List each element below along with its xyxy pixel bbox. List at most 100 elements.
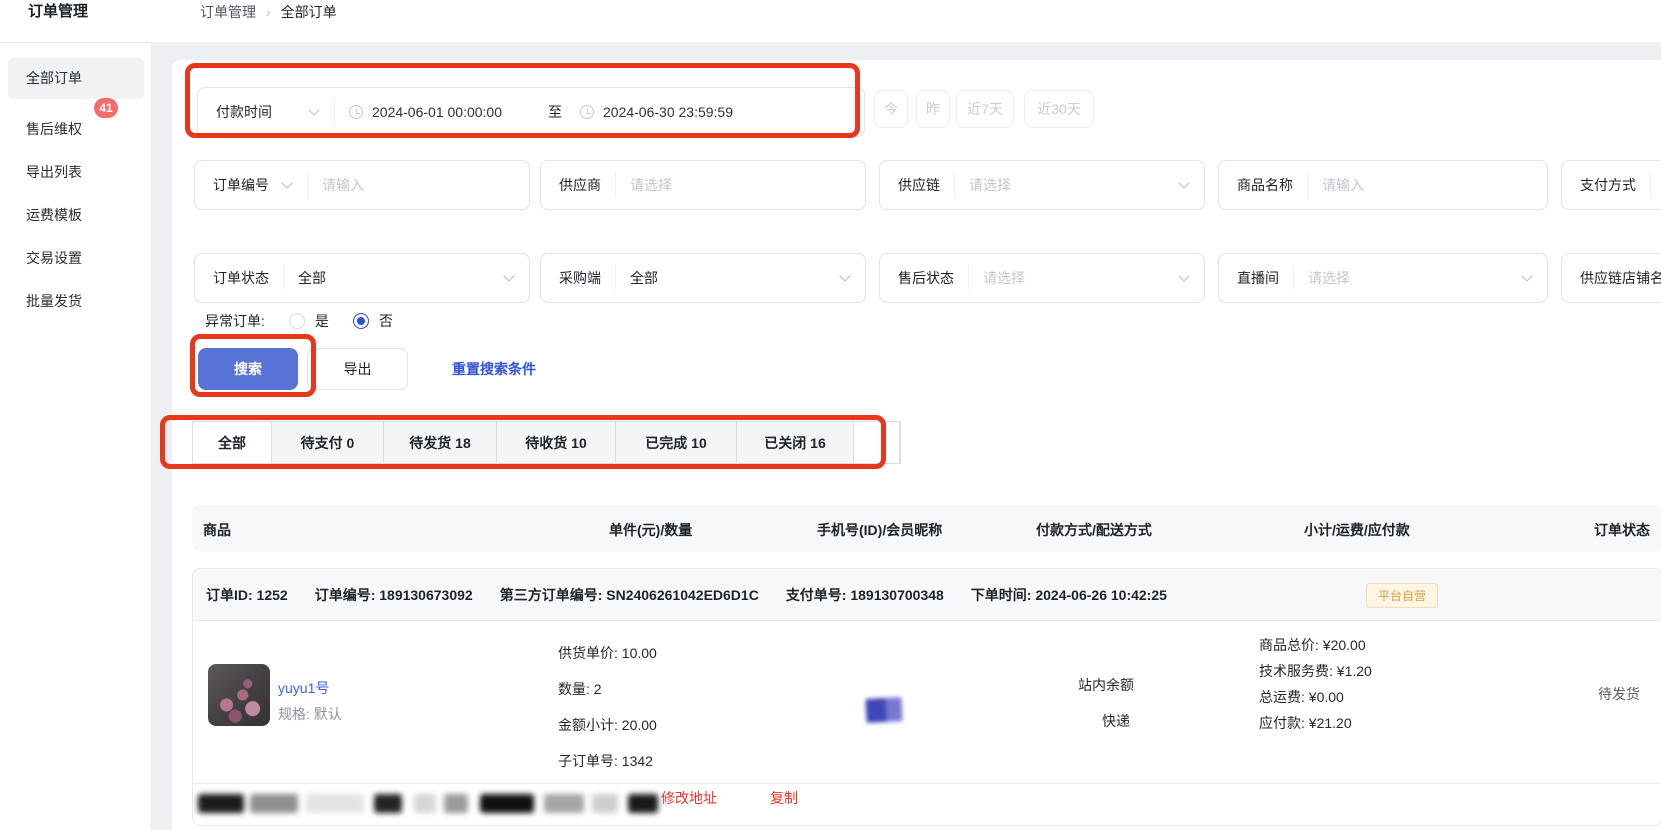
tab-completed[interactable]: 已完成 10 bbox=[616, 422, 737, 463]
abnormal-no-radio[interactable] bbox=[353, 313, 369, 329]
date-start-value[interactable]: 2024-06-01 00:00:00 bbox=[372, 104, 502, 120]
sidebar-item-all-orders[interactable]: 全部订单 bbox=[8, 58, 144, 99]
product-name-input[interactable]: 请输入 bbox=[1308, 175, 1364, 195]
redacted-address-block bbox=[544, 794, 584, 813]
purchase-side-select[interactable]: 全部 bbox=[616, 268, 658, 288]
tech-service-fee: 技术服务费: ¥1.20 bbox=[1259, 661, 1372, 681]
col-subtotal-shipping-payable: 小计/运费/应付款 bbox=[1304, 520, 1410, 540]
abnormal-order-label: 异常订单: bbox=[205, 311, 265, 331]
tab-pending-receipt[interactable]: 待收货 10 bbox=[497, 422, 616, 463]
redacted-address-block bbox=[414, 794, 436, 813]
quick-range-30days-button[interactable]: 近30天 bbox=[1024, 90, 1094, 128]
order-id: 订单ID: 1252 bbox=[206, 585, 288, 605]
sidebar-item-batch-shipping[interactable]: 批量发货 bbox=[8, 281, 144, 322]
abnormal-yes-radio[interactable] bbox=[289, 313, 305, 329]
platform-self-operated-badge: 平台自营 bbox=[1366, 583, 1438, 608]
export-button[interactable]: 导出 bbox=[307, 348, 408, 390]
payment-time-label: 付款时间 bbox=[198, 102, 310, 122]
supplier-filter[interactable]: 供应商 请选择 bbox=[540, 160, 866, 210]
delivery-method: 快递 bbox=[1102, 711, 1130, 731]
filter-label: 直播间 bbox=[1219, 268, 1293, 288]
purchase-side-filter[interactable]: 采购端 全部 bbox=[540, 253, 866, 303]
product-spec: 规格: 默认 bbox=[278, 704, 342, 724]
divider bbox=[193, 783, 1661, 784]
supply-chain-shop-filter[interactable]: 供应链店铺名 bbox=[1561, 253, 1661, 303]
order-status-select[interactable]: 全部 bbox=[284, 268, 326, 288]
filter-label: 订单编号 bbox=[195, 175, 269, 195]
sidebar-item-shipping-template[interactable]: 运费模板 bbox=[8, 195, 144, 236]
tab-pending-shipment[interactable]: 待发货 18 bbox=[384, 422, 497, 463]
breadcrumb-current: 全部订单 bbox=[281, 3, 337, 21]
chevron-down-icon bbox=[1178, 177, 1189, 188]
live-room-select[interactable]: 请选择 bbox=[1294, 268, 1350, 288]
col-product: 商品 bbox=[203, 520, 231, 540]
order-status-filter[interactable]: 订单状态 全部 bbox=[194, 253, 530, 303]
chevron-down-icon bbox=[1521, 270, 1532, 281]
col-unit-price-qty: 单件(元)/数量 bbox=[609, 520, 692, 540]
redacted-address-block bbox=[198, 794, 244, 813]
abnormal-yes-label[interactable]: 是 bbox=[315, 311, 329, 331]
supply-chain-filter[interactable]: 供应链 请选择 bbox=[879, 160, 1205, 210]
quick-range-yesterday-button[interactable]: 昨 bbox=[916, 90, 950, 128]
order-no: 订单编号: 189130673092 bbox=[315, 585, 473, 605]
chevron-down-icon bbox=[281, 177, 292, 188]
filter-label: 采购端 bbox=[541, 268, 615, 288]
breadcrumb: 订单管理 › 全部订单 bbox=[200, 3, 337, 21]
tab-all[interactable]: 全部 bbox=[193, 422, 272, 463]
product-name-link[interactable]: yuyu1号 bbox=[278, 678, 329, 698]
after-sales-status-filter[interactable]: 售后状态 请选择 bbox=[879, 253, 1205, 303]
live-room-filter[interactable]: 直播间 请选择 bbox=[1218, 253, 1548, 303]
quick-range-7days-button[interactable]: 近7天 bbox=[956, 90, 1014, 128]
supplier-select[interactable]: 请选择 bbox=[616, 175, 672, 195]
abnormal-no-label[interactable]: 否 bbox=[379, 311, 393, 331]
product-name-filter[interactable]: 商品名称 请输入 bbox=[1218, 160, 1548, 210]
after-sales-status-select[interactable]: 请选择 bbox=[969, 268, 1025, 288]
shipping-total: 总运费: ¥0.00 bbox=[1259, 687, 1344, 707]
date-end-value[interactable]: 2024-06-30 23:59:59 bbox=[603, 104, 733, 120]
order-table-header: 商品 单件(元)/数量 手机号(ID)/会员昵称 付款方式/配送方式 小计/运费… bbox=[192, 505, 1661, 552]
search-button[interactable]: 搜索 bbox=[198, 348, 298, 390]
reset-search-link[interactable]: 重置搜索条件 bbox=[452, 348, 536, 390]
clock-icon bbox=[580, 105, 594, 119]
amount-payable: 应付款: ¥21.20 bbox=[1259, 713, 1352, 733]
quick-range-today-button[interactable]: 今 bbox=[874, 90, 908, 128]
sidebar-item-after-sales[interactable]: 售后维权 bbox=[8, 109, 144, 150]
copy-address-link[interactable]: 复制 bbox=[770, 788, 798, 808]
filter-label: 支付方式 bbox=[1562, 175, 1650, 195]
tab-pending-payment[interactable]: 待支付 0 bbox=[272, 422, 384, 463]
sidebar-item-export-list[interactable]: 导出列表 bbox=[8, 152, 144, 193]
filter-label: 供应商 bbox=[541, 175, 615, 195]
filter-label: 供应链 bbox=[880, 175, 954, 195]
payment-method-filter[interactable]: 支付方式 bbox=[1561, 160, 1661, 210]
order-time: 下单时间: 2024-06-26 10:42:25 bbox=[971, 585, 1167, 605]
chevron-down-icon bbox=[839, 270, 850, 281]
supply-chain-select[interactable]: 请选择 bbox=[955, 175, 1011, 195]
redacted-address-block bbox=[628, 794, 658, 813]
supply-unit-price: 供货单价: 10.00 bbox=[558, 643, 657, 663]
redacted-address-block bbox=[306, 794, 364, 813]
sidebar-item-trade-settings[interactable]: 交易设置 bbox=[8, 238, 144, 279]
filter-label: 商品名称 bbox=[1219, 175, 1307, 195]
third-party-order-no: 第三方订单编号: SN2406261042ED6D1C bbox=[500, 585, 759, 605]
breadcrumb-parent[interactable]: 订单管理 bbox=[200, 3, 256, 21]
payment-method: 站内余额 bbox=[1078, 675, 1134, 695]
product-thumbnail[interactable] bbox=[208, 664, 270, 726]
payment-time-filter[interactable]: 付款时间 2024-06-01 00:00:00 至 2024-06-30 23… bbox=[197, 87, 865, 137]
order-management-screen: 订单管理 订单管理 › 全部订单 全部订单 售后维权 41 导出列表 运费模板 … bbox=[0, 0, 1661, 830]
sidebar: 全部订单 售后维权 41 导出列表 运费模板 交易设置 批量发货 bbox=[0, 42, 152, 830]
chevron-down-icon bbox=[1178, 270, 1189, 281]
sub-order-no: 子订单号: 1342 bbox=[558, 751, 653, 771]
order-row: 订单ID: 1252 订单编号: 189130673092 第三方订单编号: S… bbox=[192, 568, 1661, 826]
order-no-filter[interactable]: 订单编号 请输入 bbox=[194, 160, 530, 210]
order-status-value: 待发货 bbox=[1598, 684, 1640, 704]
edit-address-link[interactable]: 修改地址 bbox=[661, 788, 717, 808]
filter-label: 供应链店铺名 bbox=[1562, 268, 1661, 288]
filter-label: 订单状态 bbox=[195, 268, 283, 288]
col-phone-member: 手机号(ID)/会员昵称 bbox=[817, 520, 942, 540]
col-order-status: 订单状态 bbox=[1594, 520, 1650, 540]
order-no-input[interactable]: 请输入 bbox=[308, 175, 364, 195]
payment-no: 支付单号: 189130700348 bbox=[786, 585, 944, 605]
product-quantity: 数量: 2 bbox=[558, 679, 602, 699]
topbar: 订单管理 订单管理 › 全部订单 bbox=[0, 0, 1661, 42]
tab-closed[interactable]: 已关闭 16 bbox=[737, 422, 854, 463]
